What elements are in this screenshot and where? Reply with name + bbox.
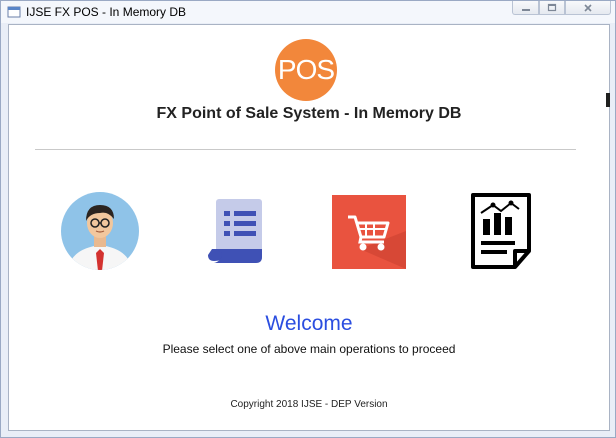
maximize-button[interactable] [539, 1, 565, 15]
copyright-text: Copyright 2018 IJSE - DEP Version [230, 399, 388, 410]
main-panel: POS FX Point of Sale System - In Memory … [8, 24, 610, 431]
customer-icon [61, 192, 139, 270]
item-list-icon [208, 199, 262, 263]
app-icon [7, 6, 21, 18]
report-operation-button[interactable] [467, 191, 547, 271]
maximize-icon [547, 3, 557, 12]
title-bar[interactable]: IJSE FX POS - In Memory DB [1, 1, 615, 23]
window-title: IJSE FX POS - In Memory DB [26, 5, 187, 19]
instruction-text: Please select one of above main operatio… [162, 342, 456, 356]
divider [35, 149, 576, 150]
page-title: FX Point of Sale System - In Memory DB [156, 105, 462, 122]
close-button[interactable] [565, 1, 611, 15]
order-operation-button[interactable] [330, 191, 410, 271]
app-window: IJSE FX POS - In Memory DB POS FX Point … [0, 0, 616, 438]
report-icon [471, 193, 531, 269]
minimize-button[interactable] [512, 1, 539, 15]
window-resize-handle[interactable] [606, 93, 610, 107]
shopping-cart-icon [332, 195, 406, 269]
item-operation-button[interactable] [204, 191, 284, 271]
welcome-heading: Welcome [265, 312, 353, 335]
customer-operation-button[interactable] [60, 191, 140, 271]
close-icon [584, 3, 592, 12]
minimize-icon [521, 8, 530, 11]
pos-logo: POS [275, 39, 337, 101]
